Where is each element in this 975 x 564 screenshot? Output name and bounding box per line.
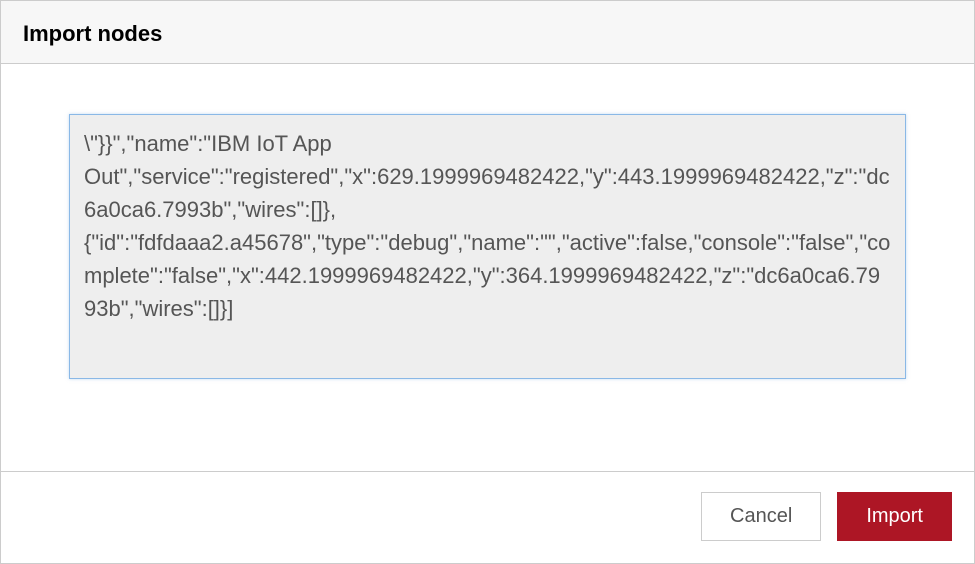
import-nodes-textarea[interactable]	[69, 114, 906, 379]
dialog-body	[1, 64, 974, 471]
import-nodes-dialog: Import nodes Cancel Import	[0, 0, 975, 564]
import-button[interactable]: Import	[837, 492, 952, 541]
dialog-footer: Cancel Import	[1, 471, 974, 563]
dialog-title: Import nodes	[23, 21, 952, 47]
cancel-button[interactable]: Cancel	[701, 492, 821, 541]
dialog-header: Import nodes	[1, 1, 974, 64]
